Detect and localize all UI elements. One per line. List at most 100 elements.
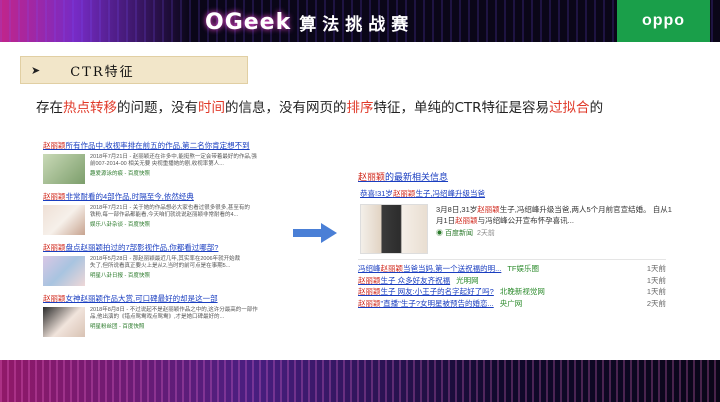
headline-text: 的问题，没有 (117, 100, 198, 116)
news-time: 1天前 (646, 287, 666, 296)
result-snippet: 2018年8月8日 - 不过说起不是赵丽颖作品之中的,这许分最高的一部作 (90, 307, 258, 313)
search-result: 赵丽颖所有作品中,收视率排在前五的作品,第二名你肯定想不到 2018年7月21日… (43, 140, 283, 184)
headline-text: 的信息，没有网页的 (225, 100, 347, 116)
oppo-logo-text: oppo (641, 12, 686, 29)
event-title: 算法挑战赛 (299, 14, 415, 35)
result-source[interactable]: 明星八卦日报 - 百度快照 (90, 271, 240, 279)
keyword: 赵丽颖 (358, 287, 381, 296)
result-thumbnail[interactable] (43, 256, 85, 286)
oppo-logo: oppo (617, 0, 710, 42)
result-title-link[interactable]: 赵丽颖非常耐看的4部作品,时隔至今,依然经典 (43, 191, 283, 202)
news-heading: 的最新相关信息 (385, 172, 449, 182)
latest-news-panel: 赵丽颖的最新相关信息 恭喜!31岁赵丽颖生子,冯绍峰升级当爸 3月8日,31岁赵… (358, 170, 678, 309)
featured-title-text: 恭喜!31岁 (360, 189, 393, 198)
result-thumbnail[interactable] (43, 205, 85, 235)
top-banner: OGeek 算法挑战赛 oppo (0, 0, 720, 42)
news-list-item: 赵丽颖"直播"生子?女明星被预告的婚恋... 央广网 2天前 (358, 298, 666, 310)
news-time: 2天前 (646, 298, 666, 308)
featured-news-source: ◉ 百度新闻 2天前 (436, 228, 676, 239)
result-snippet: 2018年7月21日 - 赵丽颖还在许多中,能挺熬一定会带着最好的作品,强 (90, 154, 257, 160)
arrow-bullet-icon: ➤ (31, 63, 41, 77)
featured-news: 3月8日,31岁赵丽颖生子,冯绍峰升级当爸,两人5个月前官宣结婚。 自从1月1日… (360, 204, 678, 254)
news-time: 1天前 (646, 264, 666, 273)
result-title: 盘点赵丽颖拍过的7部影视作品,你都看过哪部? (65, 243, 219, 252)
result-title: 非常耐看的4部作品,时隔至今,依然经典 (65, 192, 194, 201)
result-title: 所有作品中,收视率排在前五的作品,第二名你肯定想不到 (65, 141, 250, 150)
news-link[interactable]: 赵丽颖生子 众多好友齐祝福 (358, 275, 450, 287)
search-result: 赵丽颖女神赵丽颖作品大赏,可口碑最好的却是这一部 2018年8月8日 - 不过说… (43, 293, 283, 337)
section-title-box: ➤ CTR特征 (20, 56, 248, 84)
highlight-overfitting: 过拟合 (549, 100, 590, 116)
banner-stripes (0, 360, 720, 402)
news-link-text: 冯绍峰 (358, 264, 381, 273)
keyword: 赵丽颖 (43, 141, 66, 150)
news-time: 1天前 (646, 275, 666, 285)
result-snippet: 2018年7月21日 - 关于她的作品想必大家也看过很多很多,甚至有的 (90, 205, 250, 211)
result-source[interactable]: 娱乐八卦杂谈 - 百度快照 (90, 220, 250, 228)
search-result: 赵丽颖盘点赵丽颖拍过的7部影视作品,你都看过哪部? 2018年5月28日 - 那… (43, 242, 283, 286)
highlight-time: 时间 (198, 100, 225, 116)
result-snippet: 铁粉,每一部作品都能看,今天咱们就说说赵丽颖非常耐看的4... (90, 212, 239, 218)
news-list-item: 赵丽颖生子 网友:小王子的名字起好了吗? 北晚新视觉网 1天前 (358, 286, 666, 298)
featured-snippet: 3月8日,31岁 (436, 205, 478, 214)
result-source[interactable]: 明星粉丝团 - 百度快照 (90, 322, 258, 330)
result-title-link[interactable]: 赵丽颖女神赵丽颖作品大赏,可口碑最好的却是这一部 (43, 293, 283, 304)
highlight-hotspot-shift: 热点转移 (63, 100, 117, 116)
news-source[interactable]: TF娱乐圈 (507, 263, 539, 275)
news-list-item: 冯绍峰赵丽颖当爸当妈,第一个送祝福的明... TF娱乐圈 1天前 (358, 263, 666, 275)
news-source-icon: ◉ (436, 230, 445, 237)
featured-news-text: 3月8日,31岁赵丽颖生子,冯绍峰升级当爸,两人5个月前官宣结婚。 自从1月1日… (436, 204, 676, 254)
news-time: 2天前 (476, 230, 495, 237)
result-snippet: 前007-2014-00 相关无要 央视重播她的剧,收视率第人... (90, 161, 224, 167)
highlight-ranking: 排序 (346, 100, 374, 116)
result-title: 女神赵丽颖作品大赏,可口碑最好的却是这一部 (65, 294, 218, 303)
keyword: 赵丽颖 (392, 189, 416, 198)
keyword: 赵丽颖 (358, 298, 381, 308)
ogeek-logo: OGeek (205, 9, 292, 35)
featured-news-image[interactable] (360, 204, 428, 254)
news-link-text: 生子 网友:小王子的名字起好了吗? (380, 287, 494, 296)
news-link[interactable]: 赵丽颖"直播"生子?女明星被预告的婚恋... (358, 298, 494, 310)
news-source[interactable]: 百度新闻 (445, 230, 473, 237)
featured-title-text: 生子,冯绍峰升级当爸 (415, 189, 486, 198)
headline-text: 存在 (36, 100, 63, 116)
keyword: 赵丽颖 (477, 205, 500, 214)
keyword: 赵丽颖 (380, 264, 404, 273)
headline-text: 的 (589, 100, 604, 116)
news-link-text: 当爸当妈,第一个送祝福的明... (403, 264, 502, 273)
featured-news-title[interactable]: 恭喜!31岁赵丽颖生子,冯绍峰升级当爸 (360, 188, 678, 199)
news-link[interactable]: 冯绍峰赵丽颖当爸当妈,第一个送祝福的明... (358, 263, 501, 275)
keyword: 赵丽颖 (43, 243, 66, 252)
headline: 存在热点转移的问题，没有时间的信息，没有网页的排序特征，单纯的CTR特征是容易过… (36, 96, 603, 116)
result-snippet: 2018年5月28日 - 那赵丽颖最近几年,其实率在2006年就开始裁 (90, 256, 241, 262)
result-source[interactable]: 趣爱源泳的痕 - 百度快照 (90, 169, 257, 177)
divider (358, 259, 666, 260)
featured-snippet: 与冯绍峰公开宣布怀孕喜讯... (477, 216, 574, 225)
section-title: CTR特征 (70, 64, 135, 80)
keyword: 赵丽颖 (43, 294, 66, 303)
headline-text: 特征，单纯的CTR特征是容易 (373, 100, 550, 116)
result-thumbnail[interactable] (43, 307, 85, 337)
bottom-banner (0, 360, 720, 402)
keyword: 赵丽颖 (455, 216, 478, 225)
result-title-link[interactable]: 赵丽颖所有作品中,收视率排在前五的作品,第二名你肯定想不到 (43, 140, 283, 151)
news-heading-link[interactable]: 赵丽颖的最新相关信息 (358, 170, 678, 183)
news-link[interactable]: 赵丽颖生子 网友:小王子的名字起好了吗? (358, 286, 494, 298)
search-result: 赵丽颖非常耐看的4部作品,时隔至今,依然经典 2018年7月21日 - 关于她的… (43, 191, 283, 235)
news-source[interactable]: 央广网 (500, 298, 523, 310)
result-thumbnail[interactable] (43, 154, 85, 184)
news-link-text: "直播"生子?女明星被预告的婚恋... (380, 298, 494, 308)
result-snippet: 品,他出演的《错点鸳鸯戏点鸳鸯》,才是她口碑最好的... (90, 314, 225, 320)
event-brand: OGeek 算法挑战赛 (205, 9, 414, 35)
result-title-link[interactable]: 赵丽颖盘点赵丽颖拍过的7部影视作品,你都看过哪部? (43, 242, 283, 253)
search-results-left: 赵丽颖所有作品中,收视率排在前五的作品,第二名你肯定想不到 2018年7月21日… (43, 140, 283, 344)
keyword: 赵丽颖 (358, 172, 386, 182)
news-link-text: 生子 众多好友齐祝福 (380, 275, 451, 285)
news-list-item: 赵丽颖生子 众多好友齐祝福 光明网 1天前 (358, 275, 666, 287)
keyword: 赵丽颖 (43, 192, 66, 201)
news-source[interactable]: 北晚新视觉网 (500, 286, 545, 298)
result-snippet: 失了,但所说看真正要火上是从2,当时的前可点是在事期5... (90, 263, 231, 269)
keyword: 赵丽颖 (358, 275, 381, 285)
right-arrow-icon (293, 223, 337, 243)
news-source[interactable]: 光明网 (456, 275, 479, 287)
